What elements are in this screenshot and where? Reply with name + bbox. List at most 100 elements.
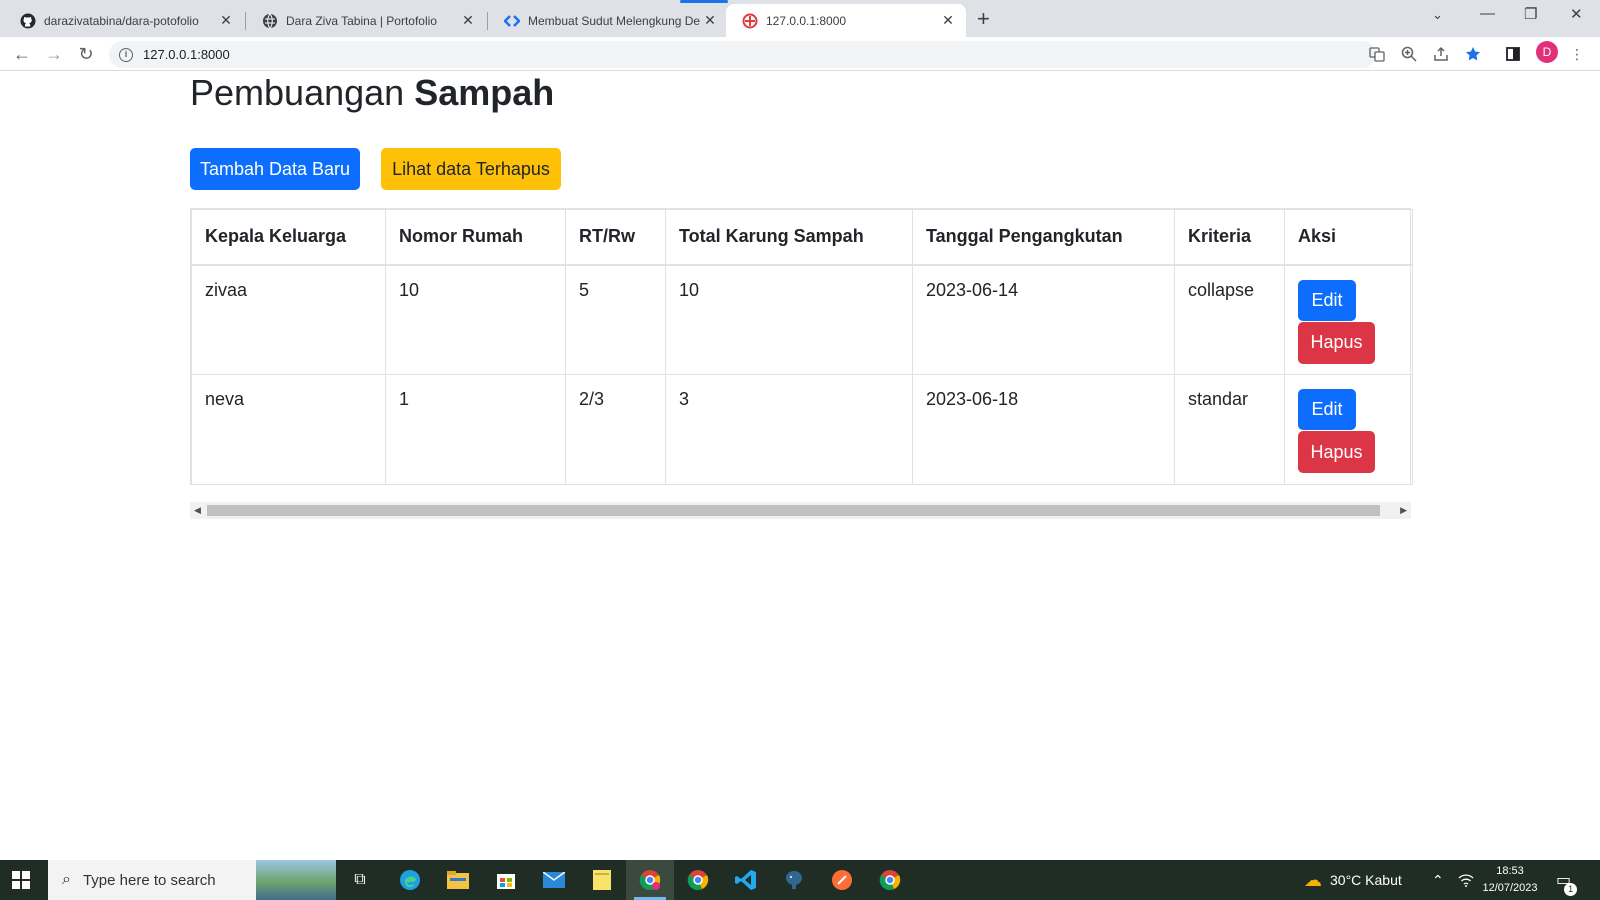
cell-total-karung: 10 — [665, 264, 913, 375]
tab-github[interactable]: darazivatabina/dara-potofolio ✕ — [4, 4, 244, 37]
close-tab-icon[interactable]: ✕ — [940, 12, 956, 29]
tab-title: Dara Ziva Tabina | Portofolio — [286, 13, 437, 28]
windows-taskbar: ⌕ Type here to search ⧉ ☁ 30°C Kabut ⌃ 1… — [0, 860, 1600, 900]
windows-start-icon[interactable] — [12, 871, 30, 889]
browser-toolbar: ← → ↻ i 127.0.0.1:8000 ⋮ — [0, 37, 1600, 71]
cell-tanggal: 2023-06-14 — [912, 264, 1175, 375]
weather-widget[interactable]: ☁ 30°C Kabut — [1304, 860, 1402, 900]
notification-center-icon[interactable]: ▭ 1 — [1556, 860, 1578, 900]
search-highlight-image — [256, 860, 336, 900]
system-clock[interactable]: 18:53 12/07/2023 — [1478, 863, 1542, 897]
scroll-left-icon[interactable]: ◀ — [194, 505, 201, 516]
cell-aksi: Edit Hapus — [1284, 374, 1413, 485]
back-icon[interactable]: ← — [10, 42, 34, 66]
address-bar[interactable]: i 127.0.0.1:8000 — [109, 41, 1376, 68]
page-title-normal: Pembuangan — [190, 72, 415, 113]
scrollbar-thumb[interactable] — [207, 505, 1380, 516]
edit-button[interactable]: Edit — [1298, 389, 1356, 430]
forward-icon[interactable]: → — [42, 42, 66, 66]
table-row: zivaa 10 5 10 2023-06-14 collapse Edit H… — [191, 264, 1413, 375]
tab-localhost[interactable]: 127.0.0.1:8000 ✕ — [726, 4, 966, 37]
tab-search-icon[interactable]: ⌄ — [1432, 7, 1443, 23]
restore-icon[interactable]: ❐ — [1524, 5, 1537, 23]
share-icon[interactable] — [1432, 45, 1450, 63]
data-table-container: Kepala Keluarga Nomor Rumah RT/Rw Total … — [190, 208, 1413, 485]
menu-kebab-icon[interactable]: ⋮ — [1568, 45, 1586, 63]
horizontal-scrollbar[interactable]: ◀ ▶ — [190, 502, 1411, 519]
cell-rt-rw: 5 — [565, 264, 666, 375]
close-tab-icon[interactable]: ✕ — [218, 12, 234, 29]
mail-icon[interactable] — [530, 860, 578, 900]
column-header[interactable]: Tanggal Pengangkutan — [912, 209, 1175, 266]
close-tab-icon[interactable]: ✕ — [460, 12, 476, 29]
edit-button[interactable]: Edit — [1298, 279, 1356, 321]
url-text: 127.0.0.1:8000 — [143, 47, 230, 62]
cell-kriteria: standar — [1174, 374, 1285, 485]
globe-icon — [262, 13, 278, 29]
delete-button[interactable]: Hapus — [1298, 431, 1375, 473]
data-table: Kepala Keluarga Nomor Rumah RT/Rw Total … — [191, 209, 1413, 485]
bookmark-star-icon[interactable] — [1464, 45, 1482, 63]
chrome-profile-2-icon[interactable] — [674, 860, 722, 900]
chrome-icon[interactable] — [866, 860, 914, 900]
column-header[interactable]: Nomor Rumah — [385, 209, 566, 266]
cell-kepala-keluarga: neva — [191, 374, 386, 485]
tab-portfolio[interactable]: Dara Ziva Tabina | Portofolio ✕ — [246, 4, 486, 37]
show-hidden-icons-icon[interactable]: ⌃ — [1432, 860, 1444, 900]
edge-icon[interactable] — [386, 860, 434, 900]
github-icon — [20, 13, 36, 29]
chrome-profile-d-icon[interactable] — [626, 860, 674, 900]
cell-kepala-keluarga: zivaa — [191, 264, 386, 375]
tab-title: 127.0.0.1:8000 — [766, 13, 847, 28]
close-tab-icon[interactable]: ✕ — [702, 12, 718, 29]
profile-avatar[interactable]: D — [1536, 41, 1558, 63]
weather-fog-icon: ☁ — [1304, 869, 1322, 890]
task-view-icon[interactable]: ⧉ — [336, 860, 384, 900]
column-header[interactable]: Kriteria — [1174, 209, 1285, 266]
column-header[interactable]: RT/Rw — [565, 209, 666, 266]
taskbar-search-box[interactable]: ⌕ Type here to search — [48, 860, 336, 900]
page-title-bold: Sampah — [414, 72, 555, 113]
tab-strip: darazivatabina/dara-potofolio ✕ Dara Ziv… — [0, 0, 1600, 37]
sticky-notes-icon[interactable] — [578, 860, 626, 900]
cell-rt-rw: 2/3 — [565, 374, 666, 485]
file-explorer-icon[interactable] — [434, 860, 482, 900]
wifi-icon[interactable] — [1458, 860, 1474, 900]
notification-count-badge: 1 — [1564, 883, 1578, 896]
reload-icon[interactable]: ↻ — [74, 42, 98, 66]
vscode-icon[interactable] — [722, 860, 770, 900]
delete-button[interactable]: Hapus — [1298, 321, 1375, 364]
add-data-button[interactable]: Tambah Data Baru — [190, 148, 360, 190]
weather-text: 30°C Kabut — [1330, 872, 1402, 888]
minimize-icon[interactable]: — — [1480, 5, 1495, 22]
laravel-icon — [742, 13, 758, 29]
cell-aksi: Edit Hapus — [1284, 264, 1413, 375]
store-icon[interactable] — [482, 860, 530, 900]
tab-title: darazivatabina/dara-potofolio — [44, 13, 199, 28]
new-tab-icon[interactable]: + — [977, 6, 990, 32]
view-deleted-button[interactable]: Lihat data Terhapus — [381, 148, 561, 190]
tab-title: Membuat Sudut Melengkung De — [528, 13, 701, 28]
tab-sudut-melengkung[interactable]: Membuat Sudut Melengkung De ✕ — [488, 4, 728, 37]
column-header[interactable]: Aksi — [1284, 209, 1413, 266]
page-title: Pembuangan Sampah — [190, 72, 554, 114]
table-header-row: Kepala Keluarga Nomor Rumah RT/Rw Total … — [191, 209, 1413, 266]
side-panel-icon[interactable] — [1504, 45, 1522, 63]
cell-nomor-rumah: 1 — [385, 374, 566, 485]
column-header[interactable]: Total Karung Sampah — [665, 209, 913, 266]
column-header[interactable]: Kepala Keluarga — [191, 209, 386, 266]
zoom-icon[interactable] — [1400, 45, 1418, 63]
postgresql-icon[interactable] — [770, 860, 818, 900]
cell-kriteria: collapse — [1174, 264, 1285, 375]
cell-nomor-rumah: 10 — [385, 264, 566, 375]
site-info-icon[interactable]: i — [119, 47, 133, 62]
cell-total-karung: 3 — [665, 374, 913, 485]
postman-icon[interactable] — [818, 860, 866, 900]
code-icon — [504, 13, 520, 29]
translate-icon[interactable] — [1368, 45, 1386, 63]
scroll-right-icon[interactable]: ▶ — [1400, 505, 1407, 516]
clock-date: 12/07/2023 — [1482, 882, 1538, 894]
close-window-icon[interactable]: ✕ — [1570, 5, 1583, 23]
tab-loading-indicator — [680, 0, 728, 3]
table-row: neva 1 2/3 3 2023-06-18 standar Edit Hap… — [191, 374, 1413, 485]
